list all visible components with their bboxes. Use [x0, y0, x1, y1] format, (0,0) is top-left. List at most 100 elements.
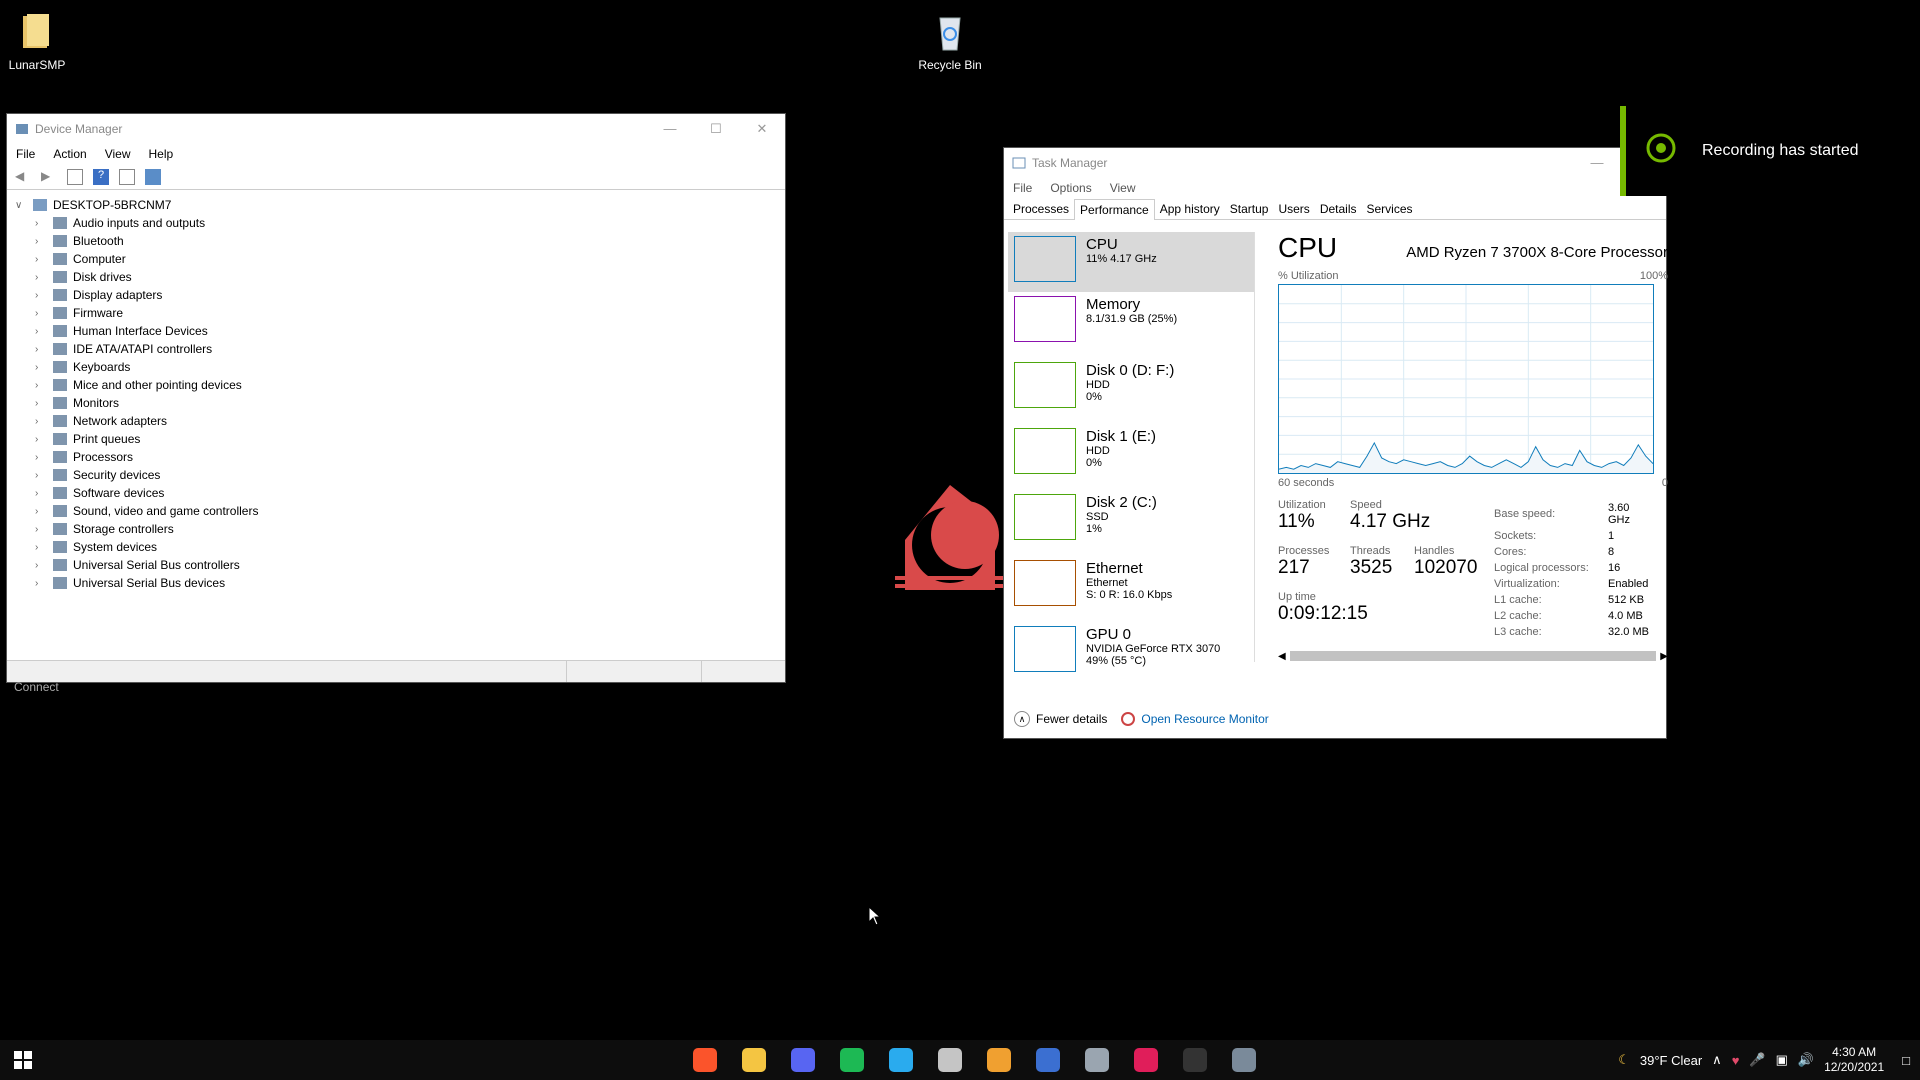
maximize-button[interactable]: ☐: [693, 121, 739, 137]
antivirus-icon[interactable]: ♥: [1732, 1053, 1740, 1068]
file-explorer-icon[interactable]: [729, 1040, 778, 1080]
tab-users[interactable]: Users: [1273, 199, 1314, 219]
chevron-right-icon[interactable]: ›: [35, 434, 49, 445]
resource-item[interactable]: GPU 0 NVIDIA GeForce RTX 3070 49% (55 °C): [1008, 622, 1254, 688]
resource-item[interactable]: CPU 11% 4.17 GHz: [1008, 232, 1254, 292]
tab-processes[interactable]: Processes: [1008, 199, 1074, 219]
menu-view[interactable]: View: [105, 147, 131, 161]
device-category[interactable]: › Print queues: [15, 430, 777, 448]
telegram-icon[interactable]: [876, 1040, 925, 1080]
chevron-right-icon[interactable]: ›: [35, 452, 49, 463]
menu-file[interactable]: File: [16, 147, 35, 161]
scrollbar-thumb[interactable]: [1289, 651, 1657, 661]
start-button[interactable]: [0, 1040, 46, 1080]
chevron-right-icon[interactable]: ›: [35, 380, 49, 391]
chevron-right-icon[interactable]: ›: [35, 344, 49, 355]
device-category[interactable]: › Universal Serial Bus devices: [15, 574, 777, 592]
tab-performance[interactable]: Performance: [1074, 199, 1155, 220]
device-category[interactable]: › Computer: [15, 250, 777, 268]
volume-icon[interactable]: 🔊: [1798, 1052, 1814, 1068]
back-arrow-icon[interactable]: ◀: [15, 169, 31, 185]
device-category[interactable]: › Mice and other pointing devices: [15, 376, 777, 394]
chevron-right-icon[interactable]: ›: [35, 506, 49, 517]
chrome-icon[interactable]: [974, 1040, 1023, 1080]
tab-startup[interactable]: Startup: [1225, 199, 1274, 219]
help-icon[interactable]: ?: [93, 168, 109, 185]
chevron-right-icon[interactable]: ›: [35, 254, 49, 265]
device-category[interactable]: › System devices: [15, 538, 777, 556]
terminal-icon[interactable]: [1170, 1040, 1219, 1080]
chevron-right-icon[interactable]: ›: [35, 326, 49, 337]
device-category[interactable]: › Network adapters: [15, 412, 777, 430]
device-category[interactable]: › Security devices: [15, 466, 777, 484]
device-category[interactable]: › Bluetooth: [15, 232, 777, 250]
menu-file[interactable]: File: [1013, 181, 1032, 195]
device-category[interactable]: › IDE ATA/ATAPI controllers: [15, 340, 777, 358]
open-resource-monitor-link[interactable]: Open Resource Monitor: [1121, 712, 1269, 726]
chevron-right-icon[interactable]: ›: [35, 398, 49, 409]
clock[interactable]: 4:30 AM 12/20/2021: [1824, 1045, 1884, 1075]
chevron-right-icon[interactable]: ›: [35, 218, 49, 229]
device-category[interactable]: › Firmware: [15, 304, 777, 322]
chevron-up-icon[interactable]: ∧: [1712, 1052, 1722, 1068]
task-manager-icon[interactable]: [1219, 1040, 1268, 1080]
menu-options[interactable]: Options: [1050, 181, 1091, 195]
menu-help[interactable]: Help: [149, 147, 174, 161]
device-category[interactable]: › Monitors: [15, 394, 777, 412]
spotify-icon[interactable]: [827, 1040, 876, 1080]
obs-icon[interactable]: [925, 1040, 974, 1080]
device-manager-icon[interactable]: [1072, 1040, 1121, 1080]
chevron-right-icon[interactable]: ›: [35, 488, 49, 499]
task-manager-titlebar[interactable]: Task Manager — ☐: [1004, 148, 1666, 178]
device-category[interactable]: › Sound, video and game controllers: [15, 502, 777, 520]
brave-icon[interactable]: [680, 1040, 729, 1080]
chevron-right-icon[interactable]: ›: [35, 416, 49, 427]
chevron-right-icon[interactable]: ›: [35, 542, 49, 553]
horizontal-scrollbar[interactable]: ◀ ▶: [1278, 649, 1668, 663]
tab-details[interactable]: Details: [1315, 199, 1362, 219]
properties-icon[interactable]: [119, 168, 135, 185]
steam-icon[interactable]: [1023, 1040, 1072, 1080]
device-category[interactable]: › Software devices: [15, 484, 777, 502]
discord-icon[interactable]: [778, 1040, 827, 1080]
minimize-button[interactable]: —: [647, 121, 693, 137]
minimize-button[interactable]: —: [1574, 155, 1620, 171]
forward-arrow-icon[interactable]: ▶: [41, 169, 57, 185]
network-icon[interactable]: ▣: [1776, 1052, 1788, 1068]
device-category[interactable]: › Audio inputs and outputs: [15, 214, 777, 232]
resource-item[interactable]: Disk 2 (C:) SSD 1%: [1008, 490, 1254, 556]
fewer-details-button[interactable]: ∧ Fewer details: [1014, 711, 1107, 727]
resource-item[interactable]: Memory 8.1/31.9 GB (25%): [1008, 292, 1254, 358]
chevron-right-icon[interactable]: ›: [35, 236, 49, 247]
tab-services[interactable]: Services: [1362, 199, 1418, 219]
chevron-right-icon[interactable]: ›: [35, 578, 49, 589]
microphone-icon[interactable]: 🎤: [1749, 1052, 1765, 1068]
chevron-right-icon[interactable]: ›: [35, 470, 49, 481]
device-category[interactable]: › Keyboards: [15, 358, 777, 376]
resource-item[interactable]: Ethernet Ethernet S: 0 R: 16.0 Kbps: [1008, 556, 1254, 622]
close-button[interactable]: ✕: [739, 121, 785, 137]
monitor-scan-icon[interactable]: [145, 168, 161, 185]
chevron-down-icon[interactable]: ∨: [15, 200, 29, 211]
device-category[interactable]: › Disk drives: [15, 268, 777, 286]
device-category[interactable]: › Storage controllers: [15, 520, 777, 538]
notification-center-icon[interactable]: □: [1902, 1053, 1910, 1068]
tab-app-history[interactable]: App history: [1155, 199, 1225, 219]
weather-text[interactable]: 39°F Clear: [1640, 1053, 1702, 1068]
chevron-right-icon[interactable]: ›: [35, 272, 49, 283]
device-category[interactable]: › Universal Serial Bus controllers: [15, 556, 777, 574]
menu-view[interactable]: View: [1110, 181, 1136, 195]
chevron-right-icon[interactable]: ›: [35, 524, 49, 535]
chevron-right-icon[interactable]: ›: [35, 362, 49, 373]
device-category[interactable]: › Human Interface Devices: [15, 322, 777, 340]
scroll-right-icon[interactable]: ▶: [1660, 651, 1668, 662]
desktop-icon-recycle-bin[interactable]: Recycle Bin: [905, 10, 995, 72]
show-hide-tree-icon[interactable]: [67, 168, 83, 185]
chevron-right-icon[interactable]: ›: [35, 290, 49, 301]
tree-root[interactable]: ∨ DESKTOP-5BRCNM7: [15, 196, 777, 214]
desktop-icon-lunarsmp[interactable]: LunarSMP: [0, 10, 82, 72]
menu-action[interactable]: Action: [53, 147, 86, 161]
chevron-right-icon[interactable]: ›: [35, 560, 49, 571]
resource-item[interactable]: Disk 0 (D: F:) HDD 0%: [1008, 358, 1254, 424]
device-manager-titlebar[interactable]: Device Manager — ☐ ✕: [7, 114, 785, 144]
